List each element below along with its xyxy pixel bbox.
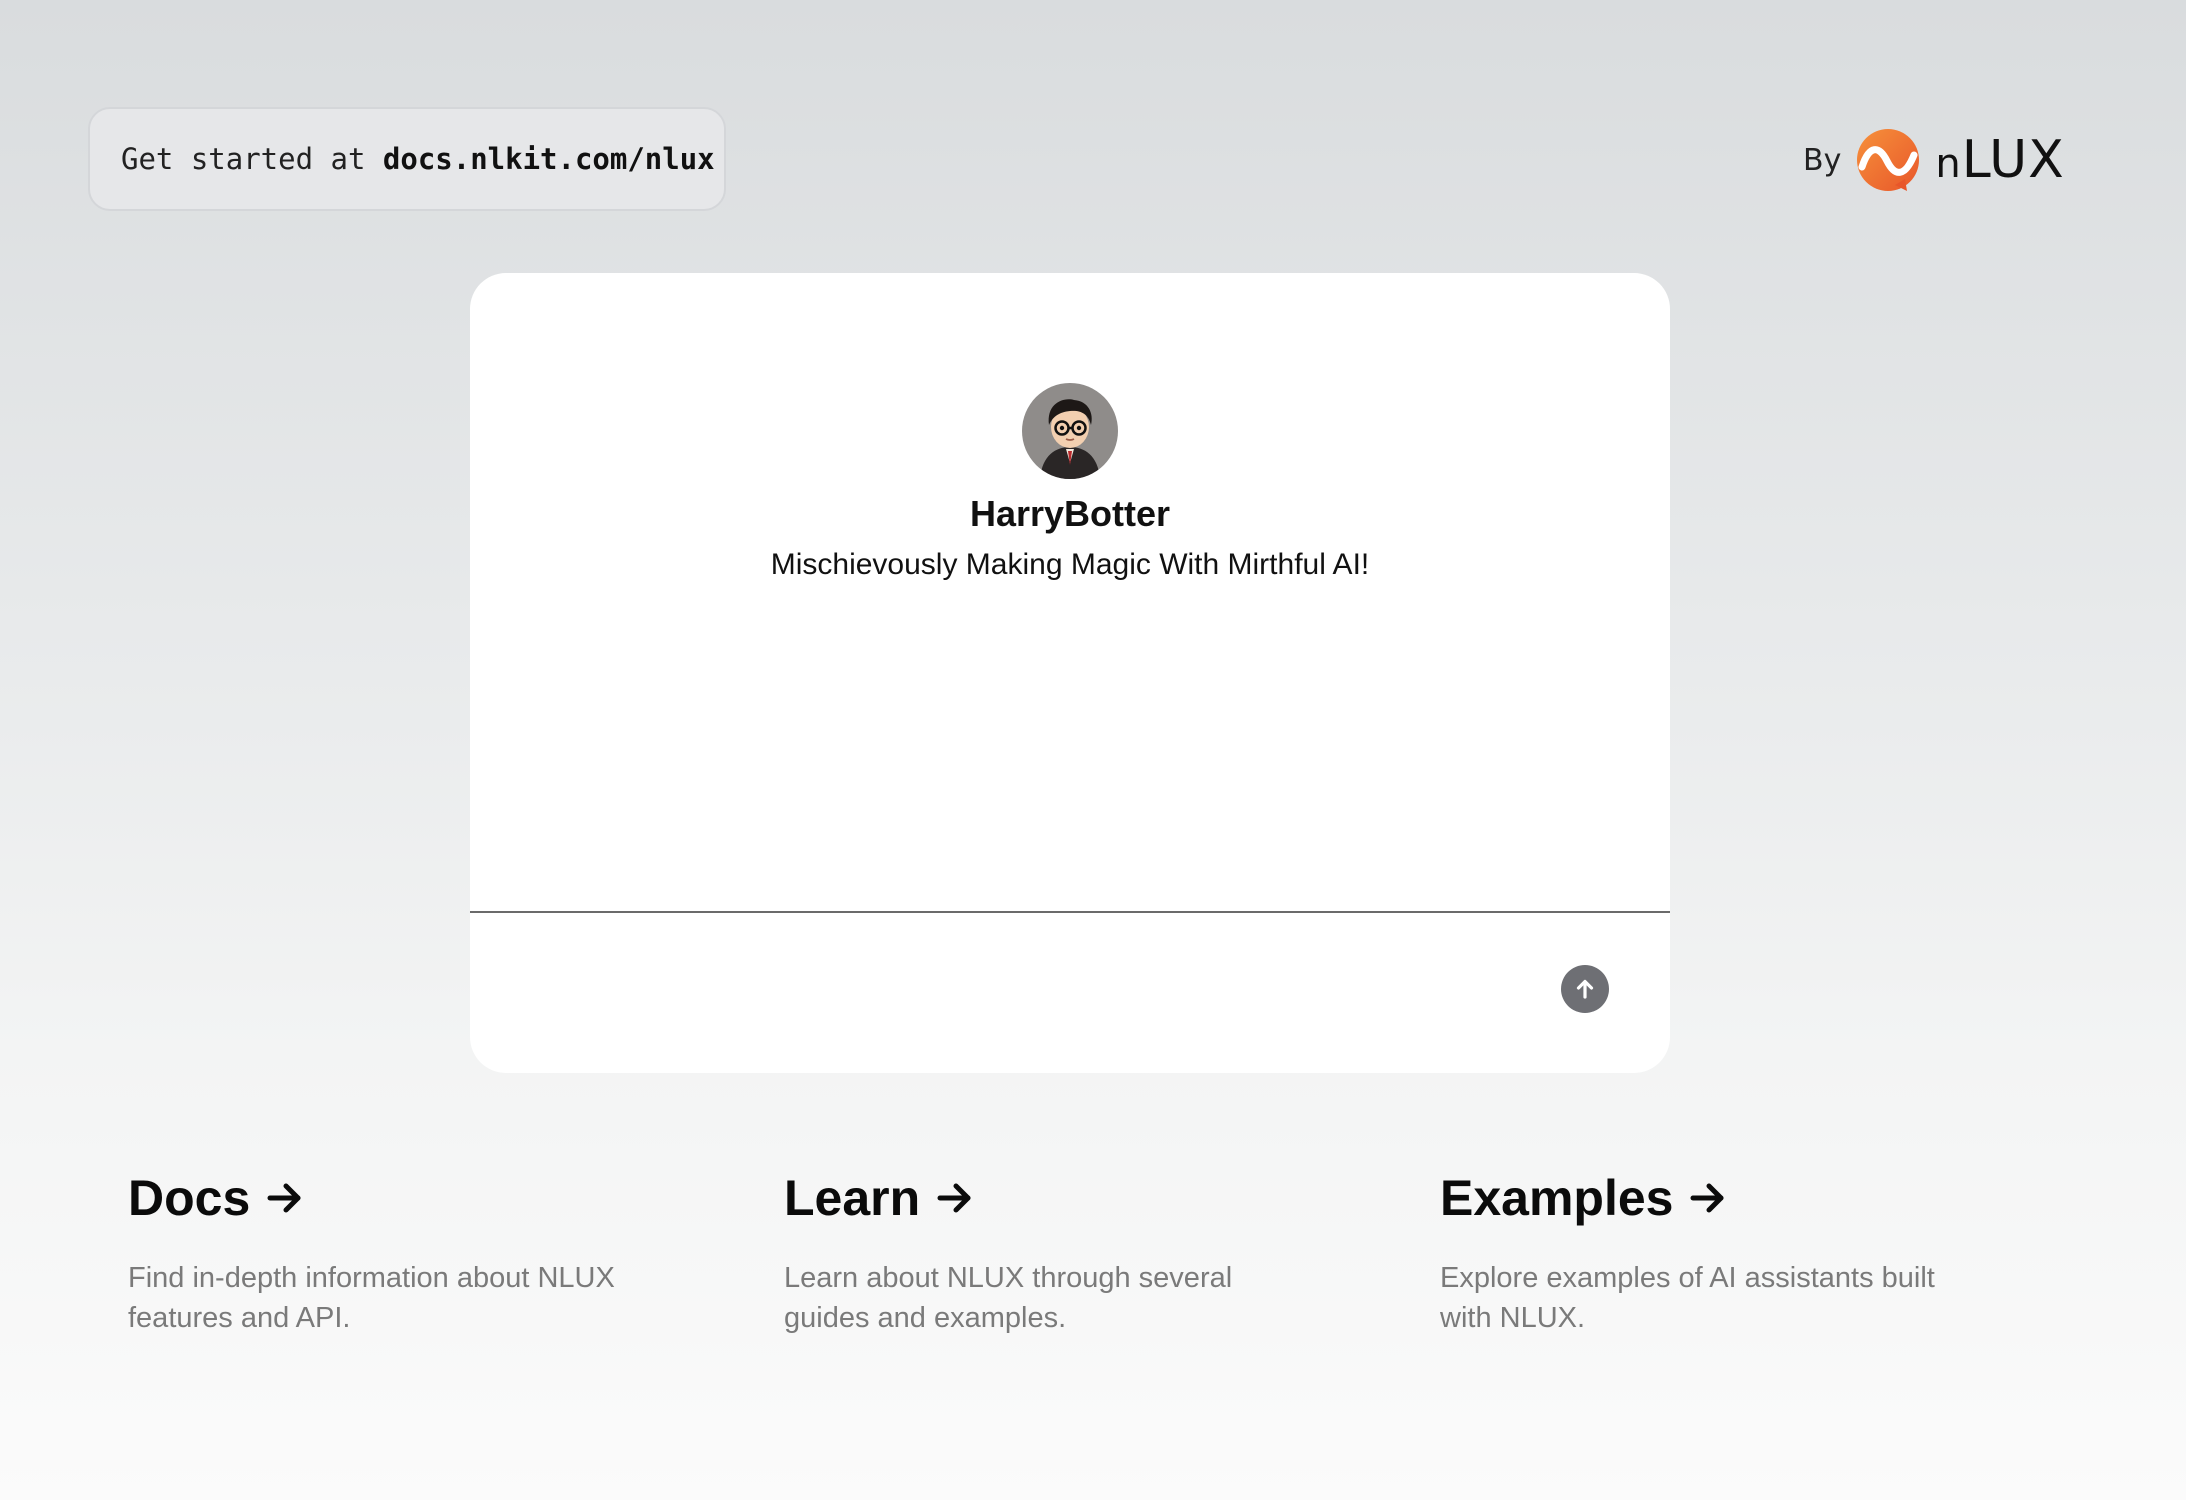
learn-link-description: Learn about NLUX through several guides … (784, 1262, 1233, 1334)
arrow-right-icon (1690, 1183, 1724, 1213)
docs-link-title: Docs (128, 1170, 251, 1226)
examples-link[interactable]: Examples (1440, 1160, 2000, 1236)
send-button[interactable] (1561, 965, 1609, 1013)
docs-link-description: Find in-depth information about NLUX fea… (128, 1262, 615, 1334)
persona-name: HarryBotter (969, 493, 1171, 534)
arrow-up-icon (1576, 979, 1594, 999)
ai-chat-card: HarryBotter Mischievously Making Magic W… (470, 273, 1670, 1073)
examples-link-title: Examples (1440, 1170, 1674, 1226)
arrow-right-icon (267, 1183, 301, 1213)
examples-link-description: Explore examples of AI assistants built … (1440, 1262, 1935, 1334)
get-started-prefix: Get started at (121, 142, 383, 176)
wizard-avatar (1022, 383, 1118, 479)
persona-header: HarryBotter Mischievously Making Magic W… (470, 383, 1670, 587)
composer-divider (470, 911, 1670, 913)
prompt-input[interactable] (510, 933, 1514, 1057)
docs-url-link[interactable]: docs.nlkit.com/nlux (383, 142, 715, 176)
brand[interactable]: By nLUX (1803, 126, 2065, 194)
get-started-banner: Get started at docs.nlkit.com/nlux (88, 107, 726, 211)
docs-link[interactable]: Docs (128, 1160, 688, 1236)
arrow-right-icon (937, 1183, 971, 1213)
nlux-logo-icon (1857, 129, 1920, 191)
learn-link[interactable]: Learn (784, 1160, 1344, 1236)
examples-link-card[interactable]: Examples Explore examples of AI assistan… (1440, 1160, 2000, 1338)
persona-tagline: Mischievously Making Magic With Mirthful… (770, 548, 1370, 581)
brand-by-label: By (1803, 142, 1842, 178)
docs-link-card[interactable]: Docs Find in-depth information about NLU… (128, 1160, 688, 1338)
learn-link-card[interactable]: Learn Learn about NLUX through several g… (784, 1160, 1344, 1338)
nlux-wordmark: nLUX (1935, 130, 2065, 190)
learn-link-title: Learn (784, 1170, 921, 1226)
